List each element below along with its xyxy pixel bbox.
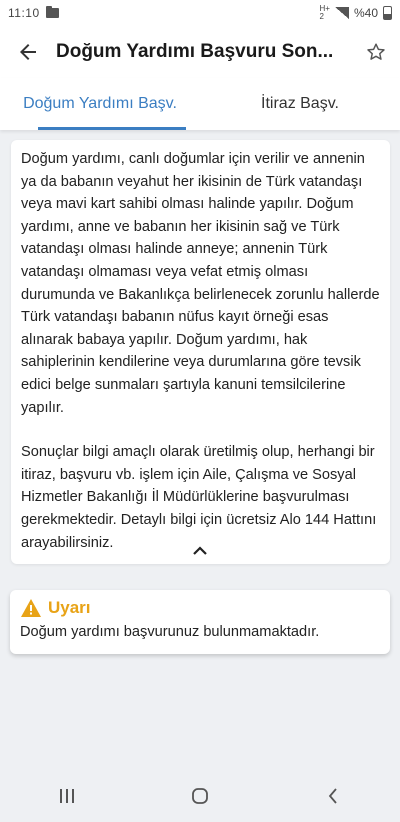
info-paragraph-2: Sonuçlar bilgi amaçlı olarak üretilmiş o…: [21, 444, 377, 551]
warning-message: Doğum yardımı başvurunuz bulunmamaktadır…: [20, 624, 320, 640]
status-time: 11:10: [8, 6, 40, 20]
network-sub: 2: [319, 12, 324, 21]
collapse-button[interactable]: [187, 540, 213, 560]
warning-card: Uyarı Doğum yardımı başvurunuz bulunmama…: [10, 590, 390, 654]
info-card: Doğum yardımı, canlı doğumlar için veril…: [11, 140, 390, 564]
recents-button[interactable]: [47, 776, 87, 816]
chevron-up-icon: [193, 546, 207, 555]
page-title: Doğum Yardımı Başvuru Son...: [56, 41, 334, 62]
recents-icon: [59, 789, 74, 803]
battery-icon: [383, 6, 392, 20]
nav-back-button[interactable]: [313, 776, 353, 816]
back-button[interactable]: [0, 26, 56, 78]
signal-icon: [334, 7, 349, 19]
network-indicator: H+ 2: [320, 5, 330, 21]
nav-back-icon: [329, 788, 337, 804]
folder-notification-icon: [45, 6, 59, 18]
home-button[interactable]: [180, 776, 220, 816]
status-indicators: H+ 2 %40: [320, 5, 392, 21]
star-outline-icon: [367, 43, 385, 60]
favorite-button[interactable]: [352, 26, 400, 78]
tab-itiraz[interactable]: İtiraz Başv.: [200, 78, 400, 130]
tab-dogum-yardimi[interactable]: Doğum Yardımı Başv.: [0, 78, 200, 130]
home-icon: [192, 788, 208, 804]
warning-header: Uyarı: [20, 598, 380, 618]
tab-bar: Doğum Yardımı Başv. İtiraz Başv.: [0, 78, 400, 130]
warning-title: Uyarı: [48, 598, 91, 617]
warning-triangle-icon: [21, 599, 41, 617]
info-paragraph-1: Doğum yardımı, canlı doğumlar için veril…: [21, 151, 380, 416]
system-nav-bar: [0, 770, 400, 822]
arrow-left-icon: [20, 44, 36, 60]
battery-text: %40: [353, 6, 378, 20]
app-bar: Doğum Yardımı Başvuru Son...: [0, 26, 400, 78]
status-bar: 11:10 H+ 2 %40: [0, 0, 400, 26]
